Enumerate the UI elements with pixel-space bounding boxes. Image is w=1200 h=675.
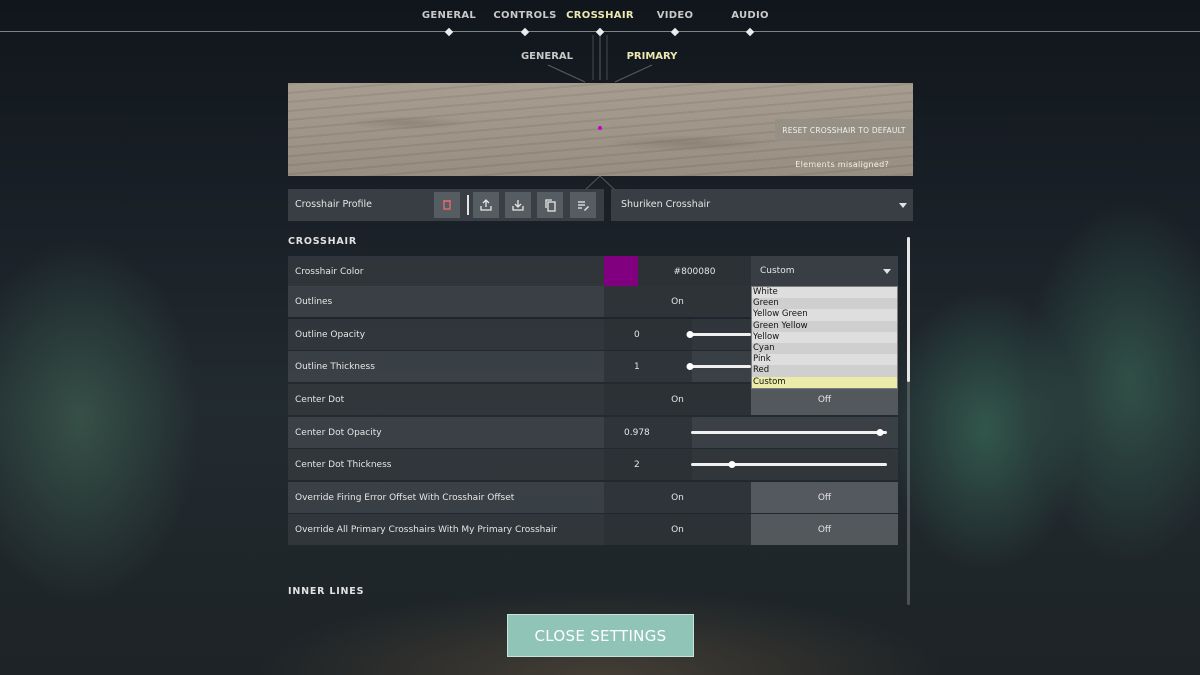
- reset-crosshair-button[interactable]: RESET CROSSHAIR TO DEFAULT: [775, 119, 913, 141]
- tab-marker-icon: [745, 27, 755, 37]
- center-dot-thickness-slider-knob[interactable]: [728, 461, 736, 468]
- delete-profile-button[interactable]: [434, 192, 460, 218]
- toolbar-divider: [467, 195, 469, 215]
- crosshair-center-dot: [598, 126, 602, 130]
- center-dot-thickness-slider[interactable]: [691, 463, 887, 466]
- outline-thickness-value-box[interactable]: 1: [604, 351, 692, 382]
- tab-controls[interactable]: CONTROLS: [493, 10, 556, 21]
- chevron-down-icon: [899, 203, 907, 208]
- crosshair-preview: RESET CROSSHAIR TO DEFAULT Elements misa…: [288, 83, 913, 176]
- rename-icon: [578, 201, 589, 211]
- color-option-custom[interactable]: Custom: [752, 376, 897, 388]
- section-title-inner-lines: INNER LINES: [288, 586, 365, 597]
- color-option-pink[interactable]: Pink: [752, 354, 897, 366]
- color-option-yellow-green[interactable]: Yellow Green: [752, 309, 897, 321]
- chevron-down-icon: [883, 269, 891, 274]
- export-profile-button[interactable]: [473, 192, 499, 218]
- copy-icon: [545, 199, 556, 212]
- outline-opacity-slider[interactable]: [689, 333, 751, 336]
- crosshair-color-select[interactable]: Custom: [751, 256, 898, 287]
- tab-video[interactable]: VIDEO: [657, 10, 694, 21]
- crosshair-color-swatch[interactable]: [604, 256, 638, 287]
- color-option-red[interactable]: Red: [752, 365, 897, 376]
- row-label: Override All Primary Crosshairs With My …: [295, 524, 558, 535]
- row-label: Center Dot Thickness: [295, 459, 392, 470]
- subtab-general[interactable]: GENERAL: [521, 51, 573, 62]
- center-dot-opacity-slider-knob[interactable]: [876, 429, 884, 436]
- copy-profile-button[interactable]: [537, 192, 563, 218]
- settings-scrollbar-thumb[interactable]: [907, 237, 910, 382]
- import-profile-button[interactable]: [505, 192, 531, 218]
- tab-audio[interactable]: AUDIO: [731, 10, 769, 21]
- color-option-green-yellow[interactable]: Green Yellow: [752, 321, 897, 332]
- center-dot-opacity-slider[interactable]: [691, 431, 887, 434]
- row-label: Outline Thickness: [295, 361, 375, 372]
- center-dot-thickness-value: 2: [634, 459, 640, 470]
- row-center-dot-opacity: Center Dot Opacity 0.978: [288, 417, 898, 448]
- section-title-crosshair: CROSSHAIR: [288, 236, 357, 247]
- tab-marker-icon: [595, 27, 605, 37]
- row-label: Outlines: [295, 296, 333, 307]
- center-dot-opacity-value-box[interactable]: 0.978: [604, 417, 692, 448]
- profile-name: Shuriken Crosshair: [621, 199, 711, 210]
- crosshair-color-options: White Green Yellow Green Green Yellow Ye…: [751, 286, 898, 389]
- tab-marker-icon: [444, 27, 454, 37]
- elements-misaligned-link[interactable]: Elements misaligned?: [795, 160, 889, 169]
- color-option-cyan[interactable]: Cyan: [752, 343, 897, 354]
- delete-icon: [443, 200, 451, 210]
- color-option-yellow[interactable]: Yellow: [752, 331, 897, 343]
- row-crosshair-color: Crosshair Color #800080 Custom: [288, 256, 898, 287]
- rename-profile-button[interactable]: [570, 192, 596, 218]
- override-primary-off-toggle[interactable]: Off: [751, 514, 898, 545]
- tab-marker-icon: [520, 27, 530, 37]
- row-label: Crosshair Color: [295, 266, 364, 277]
- profile-select[interactable]: Shuriken Crosshair: [611, 189, 913, 221]
- profile-label: Crosshair Profile: [295, 199, 372, 210]
- outline-thickness-value: 1: [634, 361, 640, 372]
- subtab-primary[interactable]: PRIMARY: [627, 51, 678, 62]
- crosshair-color-hex-input[interactable]: #800080: [638, 256, 751, 287]
- outlines-on-toggle[interactable]: On: [604, 286, 751, 317]
- outline-thickness-slider[interactable]: [689, 365, 751, 368]
- row-override-firing-error: Override Firing Error Offset With Crossh…: [288, 482, 898, 513]
- override-primary-on-toggle[interactable]: On: [604, 514, 751, 545]
- center-dot-opacity-value: 0.978: [624, 427, 650, 438]
- profile-controls: Crosshair Profile: [288, 189, 604, 221]
- center-dot-thickness-value-box[interactable]: 2: [604, 449, 692, 480]
- close-settings-button[interactable]: CLOSE SETTINGS: [507, 614, 694, 657]
- row-label: Outline Opacity: [295, 329, 366, 340]
- color-option-white[interactable]: White: [752, 287, 897, 299]
- tab-general[interactable]: GENERAL: [422, 10, 476, 21]
- outline-opacity-value: 0: [634, 329, 640, 340]
- row-override-primary-crosshairs: Override All Primary Crosshairs With My …: [288, 514, 898, 545]
- row-center-dot-thickness: Center Dot Thickness 2: [288, 449, 898, 480]
- upload-icon: [480, 199, 492, 211]
- color-select-value: Custom: [760, 266, 795, 276]
- outline-opacity-slider-knob[interactable]: [686, 331, 694, 338]
- tab-marker-icon: [670, 27, 680, 37]
- row-label: Center Dot: [295, 394, 345, 405]
- tab-crosshair[interactable]: CROSSHAIR: [566, 10, 634, 21]
- row-label: Center Dot Opacity: [295, 427, 382, 438]
- center-dot-on-toggle[interactable]: On: [604, 384, 751, 415]
- top-nav: GENERAL CONTROLS CROSSHAIR VIDEO AUDIO: [0, 0, 1200, 40]
- override-firing-error-off-toggle[interactable]: Off: [751, 482, 898, 513]
- color-option-green[interactable]: Green: [752, 298, 897, 309]
- download-icon: [512, 200, 524, 211]
- crosshair-profile-bar: Crosshair Profile Shuriken Crosshair: [288, 189, 913, 221]
- row-label: Override Firing Error Offset With Crossh…: [295, 492, 515, 503]
- outline-opacity-value-box[interactable]: 0: [604, 319, 692, 350]
- outline-thickness-slider-knob[interactable]: [686, 363, 694, 370]
- override-firing-error-on-toggle[interactable]: On: [604, 482, 751, 513]
